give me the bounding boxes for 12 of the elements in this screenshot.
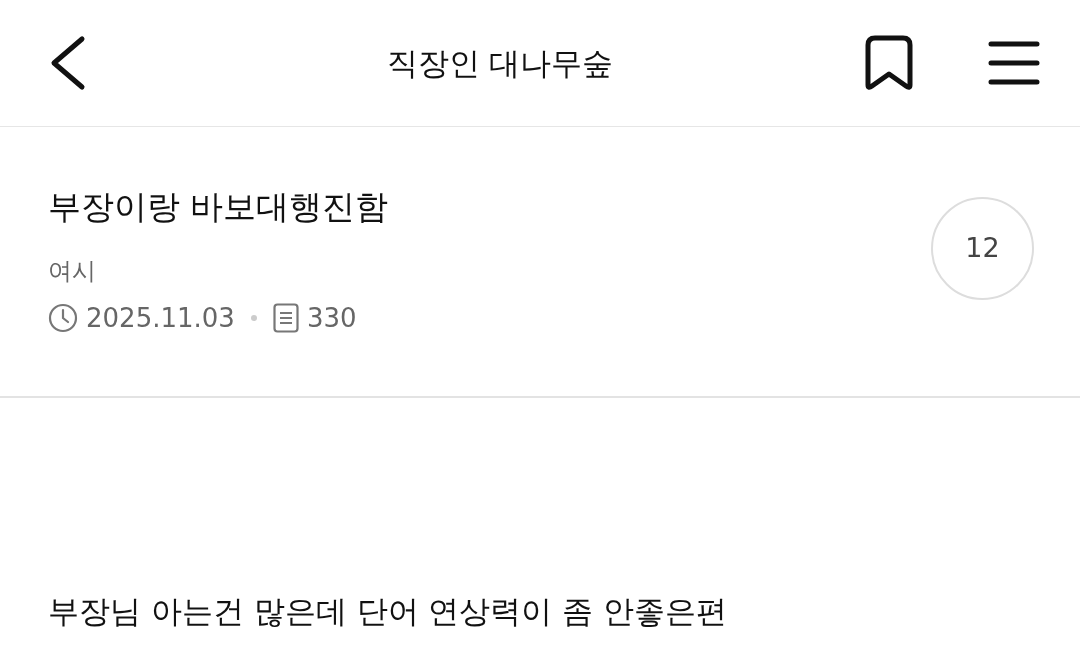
post-date: 2025.11.03 [86,301,235,335]
body-text: 부장님 아는건 많은데 단어 연상력이 좀 안좋은편 [47,592,729,631]
author-name: 여시 [48,255,97,287]
bookmark-button[interactable] [864,35,914,91]
comment-count[interactable]: 12 [931,197,1034,300]
document-icon [272,303,299,334]
menu-button[interactable] [988,39,1040,87]
separator-dot [250,315,257,322]
view-count: 330 [306,301,357,335]
clock-icon [48,303,78,334]
page-title: 직장인 대나무숲 [386,43,614,83]
post-title: 부장이랑 바보대행진함 [48,186,389,227]
